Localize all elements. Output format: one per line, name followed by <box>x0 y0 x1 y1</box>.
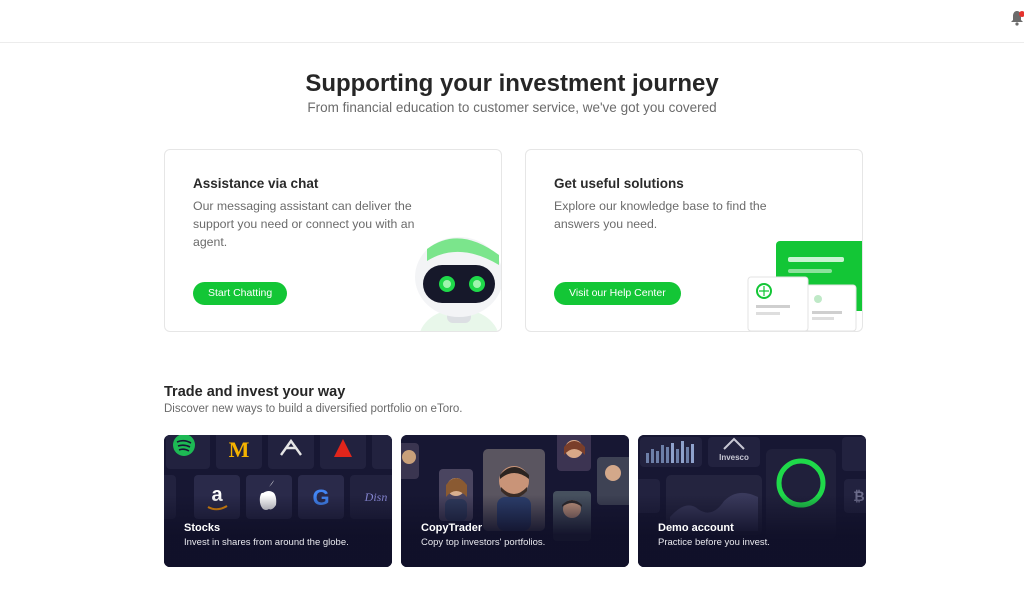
top-bar <box>0 0 1024 43</box>
bell-icon[interactable] <box>1010 10 1024 26</box>
robot-icon <box>415 237 501 331</box>
chat-support-card: Assistance via chat Our messaging assist… <box>164 149 502 332</box>
product-name: Demo account <box>658 522 734 534</box>
visit-help-center-button[interactable]: Visit our Help Center <box>554 282 681 305</box>
svg-text:Invesco: Invesco <box>719 453 749 462</box>
page-title: Supporting your investment journey <box>305 70 719 97</box>
product-description: Copy top investors' portfolios. <box>421 537 546 548</box>
section-subtitle: Discover new ways to build a diversified… <box>164 403 463 415</box>
card-description: Our messaging assistant can deliver the … <box>193 199 415 249</box>
product-description: Practice before you invest. <box>658 537 770 548</box>
card-title: Get useful solutions <box>554 176 684 191</box>
card-title: Assistance via chat <box>193 176 319 191</box>
help-center-card: Get useful solutions Explore our knowled… <box>525 149 863 332</box>
stocks-card[interactable]: M a G Disn Stocks Invest in shares from … <box>164 435 392 567</box>
copytrader-card[interactable]: CopyTrader Copy top investors' portfolio… <box>401 435 629 567</box>
card-description: Explore our knowledge base to find the a… <box>554 199 767 231</box>
knowledge-base-icon <box>747 241 862 331</box>
demo-account-card[interactable]: Invesco ₿ Demo account Practice before y… <box>638 435 866 567</box>
product-name: CopyTrader <box>421 522 483 534</box>
product-name: Stocks <box>184 522 221 534</box>
page-subtitle: From financial education to customer ser… <box>307 100 717 115</box>
section-title: Trade and invest your way <box>164 384 346 400</box>
product-description: Invest in shares from around the globe. <box>184 537 349 548</box>
start-chatting-button[interactable]: Start Chatting <box>193 282 288 305</box>
svg-text:M: M <box>229 437 250 462</box>
